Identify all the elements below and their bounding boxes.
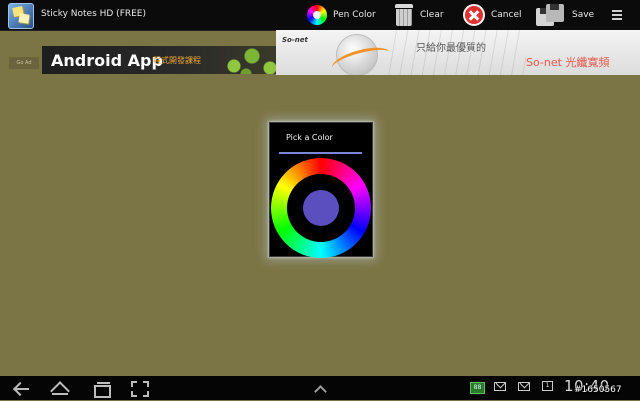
calendar-icon[interactable]: 1: [542, 381, 553, 391]
dialog-title: Pick a Color: [286, 133, 333, 142]
overflow-menu-button[interactable]: [612, 0, 622, 30]
app-title: Sticky Notes HD (FREE): [41, 9, 147, 19]
ad-tagline: 只給你最優質的: [416, 43, 486, 54]
color-wheel[interactable]: [271, 158, 371, 258]
ad-banner-subtitle: 程式開發課程: [153, 56, 201, 65]
pen-color-label: Pen Color: [333, 10, 376, 20]
cancel-label: Cancel: [491, 10, 522, 20]
gmail-icon[interactable]: [518, 382, 530, 391]
clear-label: Clear: [420, 10, 444, 20]
pick-color-dialog: Pick a Color: [269, 122, 373, 258]
close-icon: [463, 4, 485, 26]
selected-color-button[interactable]: [303, 190, 339, 226]
back-icon[interactable]: [12, 380, 30, 396]
ad-brand-text: So-net 光纖寬頻: [526, 56, 610, 69]
ad-label: Go Ad: [9, 57, 39, 69]
ad-banner-title: Android App: [51, 51, 163, 70]
recent-apps-icon[interactable]: [92, 380, 111, 398]
sonet-ad-banner[interactable]: So-net 只給你最優質的 So-net 光纖寬頻: [276, 30, 640, 75]
color-wheel-icon: [307, 5, 327, 25]
watermark: #1650567: [574, 385, 622, 395]
save-label: Save: [572, 10, 595, 20]
sticky-notes-app-icon[interactable]: [8, 3, 34, 29]
android-robots-image: [222, 46, 276, 74]
android-app-ad-banner[interactable]: Android App 程式開發課程: [42, 46, 276, 74]
screenshot-icon[interactable]: [130, 380, 149, 397]
clear-button[interactable]: Clear: [394, 0, 444, 30]
home-icon[interactable]: [49, 380, 71, 396]
dialog-divider: [279, 152, 362, 154]
chevron-up-icon[interactable]: [312, 380, 328, 396]
cancel-button[interactable]: Cancel: [463, 0, 522, 30]
action-bar: Sticky Notes HD (FREE) Pen Color Clear C…: [0, 0, 640, 31]
pen-color-button[interactable]: Pen Color: [307, 0, 376, 30]
mail-icon[interactable]: [494, 382, 506, 391]
sonet-logo: So-net: [282, 36, 308, 44]
menu-icon: [612, 10, 622, 20]
floppy-disk-icon: [536, 3, 566, 27]
notification-badge[interactable]: 88: [470, 382, 485, 394]
trash-icon: [394, 3, 414, 27]
save-button[interactable]: Save: [536, 0, 594, 30]
